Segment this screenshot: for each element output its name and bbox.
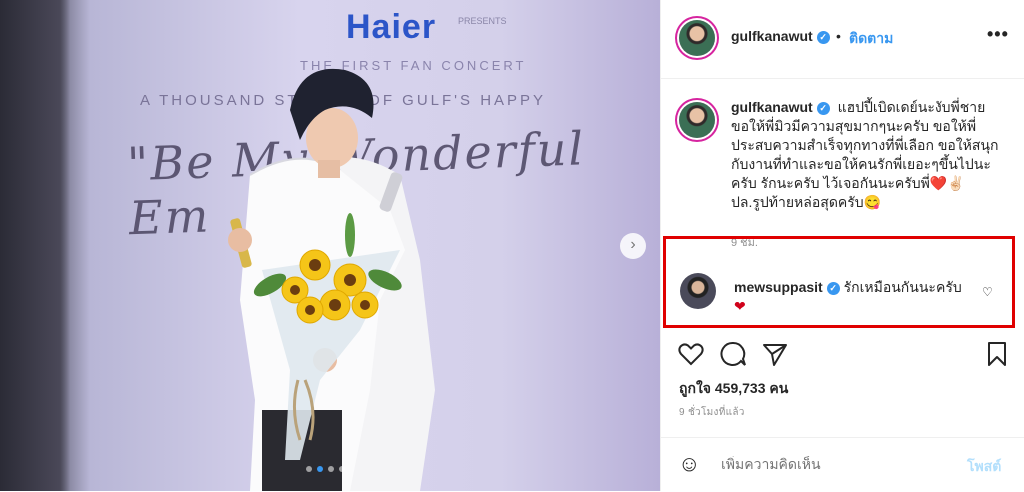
paper-plane-icon[interactable] <box>761 340 789 368</box>
bookmark-icon[interactable] <box>983 340 1011 368</box>
carousel-dot <box>339 466 345 472</box>
comment-text-block: mewsuppasit ✓ รักเหมือนกันนะครับ ❤ <box>734 278 964 316</box>
carousel-dots <box>306 466 345 472</box>
posted-time[interactable]: 9 ชั่วโมงที่แล้ว <box>679 405 745 420</box>
carousel-dot <box>328 466 334 472</box>
more-options-icon[interactable]: ••• <box>987 24 1009 45</box>
follow-button[interactable]: ติดตาม <box>849 28 893 50</box>
add-comment-bar: ☺ โพสต์ <box>661 437 1024 492</box>
verified-badge-icon: ✓ <box>816 31 830 44</box>
caption-username[interactable]: gulfkanawut ✓ <box>731 99 830 115</box>
hugging-people-illustration <box>228 68 435 491</box>
post-actions <box>661 340 1024 374</box>
verified-badge-icon: ✓ <box>826 282 840 295</box>
carousel-dot-active <box>317 466 323 472</box>
carousel-dot <box>306 466 312 472</box>
caption-avatar[interactable] <box>679 102 715 138</box>
caption-text-block: gulfkanawut ✓ แฮปปี้เบิดเดย์นะงับพี่ชาย ข… <box>731 98 1001 212</box>
post-photo[interactable]: Haier PRESENTS THE FIRST FAN CONCERT A T… <box>0 0 660 491</box>
caption-text: แฮปปี้เบิดเดย์นะงับพี่ชาย ขอให้พี่มิวมีค… <box>731 99 999 210</box>
header-separator: • <box>836 28 841 44</box>
author-avatar[interactable] <box>679 20 715 56</box>
post-comment-button[interactable]: โพสต์ <box>967 456 1001 478</box>
like-count[interactable]: ถูกใจ 459,733 คน <box>679 378 788 400</box>
comment-text: รักเหมือนกันนะครับ <box>843 279 962 295</box>
comment-input[interactable] <box>721 456 961 472</box>
post-side-panel: gulfkanawut ✓ • ติดตาม ••• gulfkanawut ✓ แ… <box>660 0 1024 491</box>
commenter-avatar[interactable] <box>680 273 716 309</box>
verified-badge-icon: ✓ <box>816 102 830 115</box>
next-photo-button[interactable]: › <box>620 233 646 259</box>
author-username[interactable]: gulfkanawut ✓ <box>731 28 830 44</box>
comment-bubble-icon[interactable] <box>719 340 747 368</box>
heart-outline-icon[interactable] <box>677 340 705 368</box>
highlighted-comment: mewsuppasit ✓ รักเหมือนกันนะครับ ❤ ♡ <box>663 236 1015 328</box>
comment-like-icon[interactable]: ♡ <box>982 285 993 299</box>
post-header: gulfkanawut ✓ • ติดตาม ••• <box>661 0 1024 79</box>
instagram-post-modal: Haier PRESENTS THE FIRST FAN CONCERT A T… <box>0 0 1024 491</box>
emoji-icon[interactable]: ☺ <box>678 451 700 477</box>
commenter-username[interactable]: mewsuppasit ✓ <box>734 279 840 295</box>
red-heart-icon: ❤ <box>734 298 746 314</box>
